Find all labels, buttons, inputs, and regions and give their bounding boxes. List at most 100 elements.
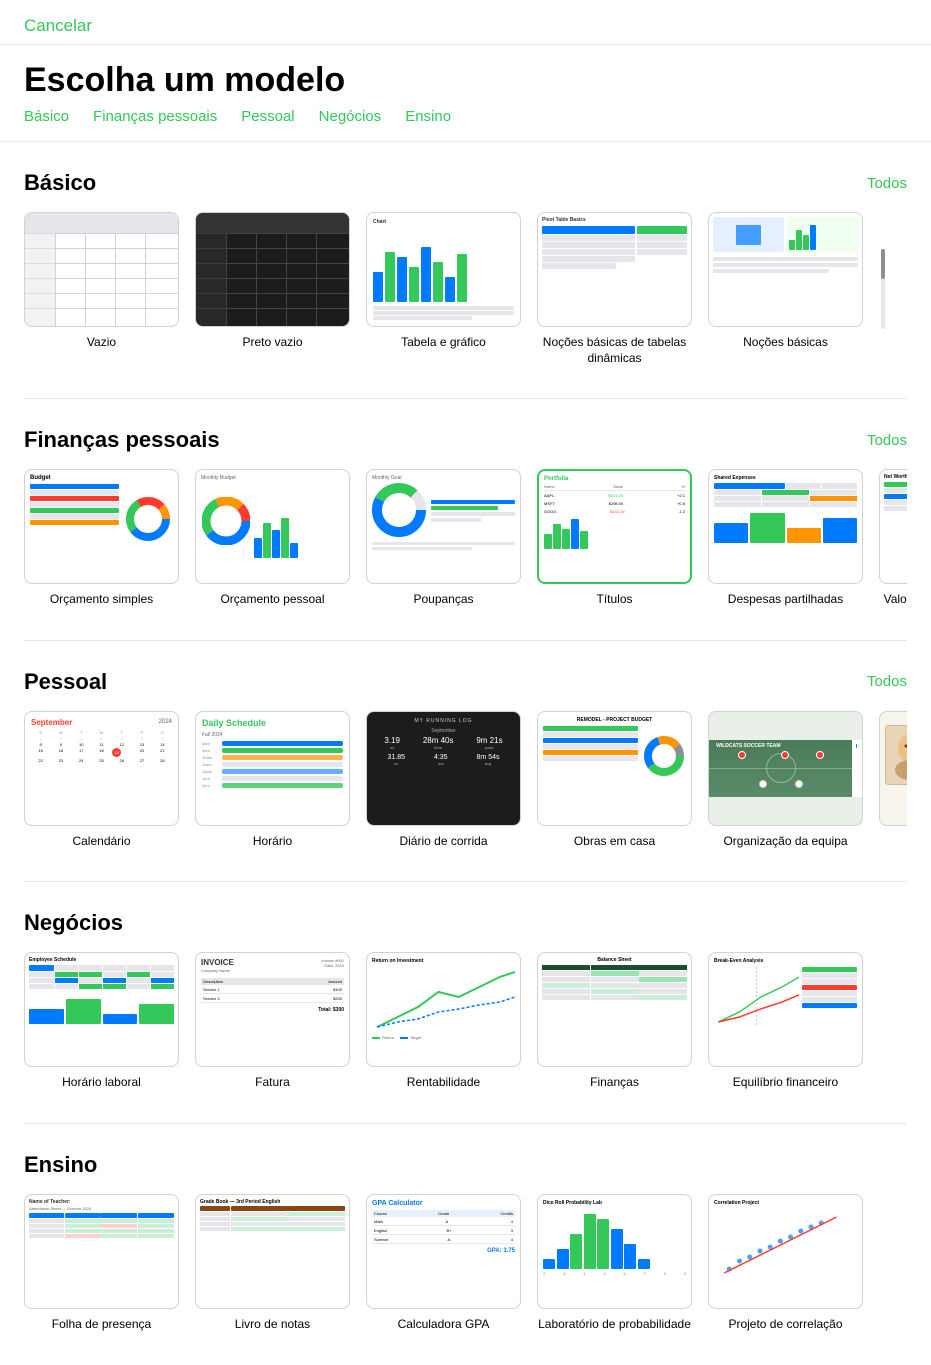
template-lab-prob-label: Laboratório de probabilidade [538, 1317, 691, 1333]
section-financas: Finanças pessoais Todos Budget [24, 427, 907, 608]
cancel-button[interactable]: Cancelar [24, 16, 92, 36]
nav-pessoal[interactable]: Pessoal [241, 108, 294, 125]
template-fatura[interactable]: INVOICE Company Name Invoice #001 Date: … [195, 952, 350, 1091]
template-lab-prob[interactable]: Dice Roll Probability Lab 2 [537, 1194, 692, 1333]
section-ensino: Ensino Name of Teacher: Attendance Sheet… [24, 1152, 907, 1333]
template-tabela-grafico[interactable]: Chart [366, 212, 521, 366]
section-basico-header: Básico Todos [24, 170, 907, 196]
template-equilibrio[interactable]: Break-Even Analysis [708, 952, 863, 1091]
template-correlacao-thumb: Correlation Project [708, 1194, 863, 1309]
template-diario-corrida-label: Diário de corrida [399, 834, 487, 850]
template-despesas-label: Despesas partilhadas [728, 592, 843, 608]
template-gpa-thumb: GPA Calculator CourseGradeCredits MathA4… [366, 1194, 521, 1309]
template-calendario-thumb: September 2024 S M T W T F S 1 2 [24, 711, 179, 826]
template-gpa-label: Calculadora GPA [398, 1317, 490, 1333]
template-vazio-thumb [24, 212, 179, 327]
template-horario-thumb: Daily Schedule Fall 2024 8am 9am [195, 711, 350, 826]
template-valor-liquido[interactable]: Net Worth: Overview Valor líquido... [879, 469, 907, 608]
template-fatura-label: Fatura [255, 1075, 290, 1091]
section-pessoal: Pessoal Todos September 2024 S M T [24, 669, 907, 850]
template-titulos-label: Títulos [596, 592, 632, 608]
section-financas-all[interactable]: Todos [867, 432, 907, 449]
divider-4 [24, 1123, 907, 1124]
template-org-equipa[interactable]: WILDCATS SOCCER TEAM [708, 711, 863, 850]
template-titulos-thumb: Portfolia NameValue% AAPL$131.25+2.1 MSF… [537, 469, 692, 584]
template-presenca-label: Folha de presença [52, 1317, 151, 1333]
template-orcamento-pessoal-label: Orçamento pessoal [220, 592, 324, 608]
template-calendario[interactable]: September 2024 S M T W T F S 1 2 [24, 711, 179, 850]
section-negocios-title: Negócios [24, 910, 123, 936]
template-rentabilidade[interactable]: Return on Investment Return Target [366, 952, 521, 1091]
section-negocios: Negócios Employee Schedule [24, 910, 907, 1091]
template-orcamento-simples-label: Orçamento simples [50, 592, 153, 608]
pessoal-templates-row: September 2024 S M T W T F S 1 2 [24, 711, 907, 850]
template-registo-bebe-thumb: Baby's First Year [879, 711, 907, 826]
template-nocoes-basicas-thumb [708, 212, 863, 327]
basico-templates-row: Vazio [24, 212, 907, 366]
template-equilibrio-label: Equilíbrio financeiro [733, 1075, 838, 1091]
template-livro-notas-thumb: Grade Book — 3rd Period English [195, 1194, 350, 1309]
template-org-equipa-thumb: WILDCATS SOCCER TEAM [708, 711, 863, 826]
template-livro-notas[interactable]: Grade Book — 3rd Period English [195, 1194, 350, 1333]
template-nocoes-basicas[interactable]: Noções básicas [708, 212, 863, 366]
top-bar: Cancelar [0, 0, 931, 45]
section-basico-all[interactable]: Todos [867, 175, 907, 192]
template-correlacao-label: Projeto de correlação [728, 1317, 842, 1333]
template-rentabilidade-thumb: Return on Investment Return Target [366, 952, 521, 1067]
template-nocoes-basicas-label: Noções básicas [743, 335, 828, 351]
template-poupancas-label: Poupanças [413, 592, 473, 608]
template-financas-neg[interactable]: Balance Sheet [537, 952, 692, 1091]
section-pessoal-title: Pessoal [24, 669, 107, 695]
basico-templates-container: Vazio [24, 212, 907, 366]
main-content: Básico Todos [0, 170, 931, 1333]
template-despesas-thumb: Shared Expenses [708, 469, 863, 584]
template-orcamento-pessoal[interactable]: Monthly Budget [195, 469, 350, 608]
template-titulos[interactable]: Portfolia NameValue% AAPL$131.25+2.1 MSF… [537, 469, 692, 608]
template-orcamento-simples-thumb: Budget [24, 469, 179, 584]
nav-ensino[interactable]: Ensino [405, 108, 451, 125]
section-pessoal-all[interactable]: Todos [867, 673, 907, 690]
template-horario-laboral[interactable]: Employee Schedule [24, 952, 179, 1091]
template-tabela-grafico-thumb: Chart [366, 212, 521, 327]
section-pessoal-header: Pessoal Todos [24, 669, 907, 695]
nav-negocios[interactable]: Negócios [319, 108, 382, 125]
template-obras-casa[interactable]: REMODEL - PROJECT BUDGET [537, 711, 692, 850]
template-preto-vazio[interactable]: Preto vazio [195, 212, 350, 366]
template-despesas[interactable]: Shared Expenses [708, 469, 863, 608]
template-obras-casa-label: Obras em casa [574, 834, 655, 850]
template-valor-liquido-thumb: Net Worth: Overview [879, 469, 907, 584]
template-tabela-grafico-label: Tabela e gráfico [401, 335, 486, 351]
template-lab-prob-thumb: Dice Roll Probability Lab 2 [537, 1194, 692, 1309]
template-poupancas-thumb: Monthly Goal [366, 469, 521, 584]
nav-basico[interactable]: Básico [24, 108, 69, 125]
negocios-templates-row: Employee Schedule [24, 952, 907, 1091]
divider-2 [24, 640, 907, 641]
template-registo-bebe[interactable]: Baby's First Year [879, 711, 907, 850]
template-presenca[interactable]: Name of Teacher: Attendance Sheet — Octo… [24, 1194, 179, 1333]
template-rentabilidade-label: Rentabilidade [407, 1075, 480, 1091]
template-orcamento-simples[interactable]: Budget [24, 469, 179, 608]
template-financas-neg-label: Finanças [590, 1075, 639, 1091]
financas-templates-row: Budget [24, 469, 907, 608]
template-gpa[interactable]: GPA Calculator CourseGradeCredits MathA4… [366, 1194, 521, 1333]
nav-financas[interactable]: Finanças pessoais [93, 108, 217, 125]
template-tabelas-dinamicas[interactable]: Pivot Table Basics [537, 212, 692, 366]
template-diario-corrida[interactable]: MY RUNNING LOG September 3.19mi 28m 40st… [366, 711, 521, 850]
template-horario-laboral-label: Horário laboral [62, 1075, 141, 1091]
template-horario[interactable]: Daily Schedule Fall 2024 8am 9am [195, 711, 350, 850]
section-financas-title: Finanças pessoais [24, 427, 220, 453]
template-financas-neg-thumb: Balance Sheet [537, 952, 692, 1067]
section-ensino-title: Ensino [24, 1152, 97, 1178]
template-livro-notas-label: Livro de notas [235, 1317, 310, 1333]
template-vazio[interactable]: Vazio [24, 212, 179, 366]
page-title: Escolha um modelo [0, 45, 931, 108]
template-poupancas[interactable]: Monthly Goal [366, 469, 521, 608]
ensino-templates-row: Name of Teacher: Attendance Sheet — Octo… [24, 1194, 907, 1333]
template-equilibrio-thumb: Break-Even Analysis [708, 952, 863, 1067]
template-tabelas-dinamicas-thumb: Pivot Table Basics [537, 212, 692, 327]
divider-3 [24, 881, 907, 882]
template-correlacao[interactable]: Correlation Project [708, 1194, 863, 1333]
template-valor-liquido-label: Valor líquido... [884, 592, 907, 608]
template-org-equipa-label: Organização da equipa [723, 834, 847, 850]
section-basico-title: Básico [24, 170, 96, 196]
